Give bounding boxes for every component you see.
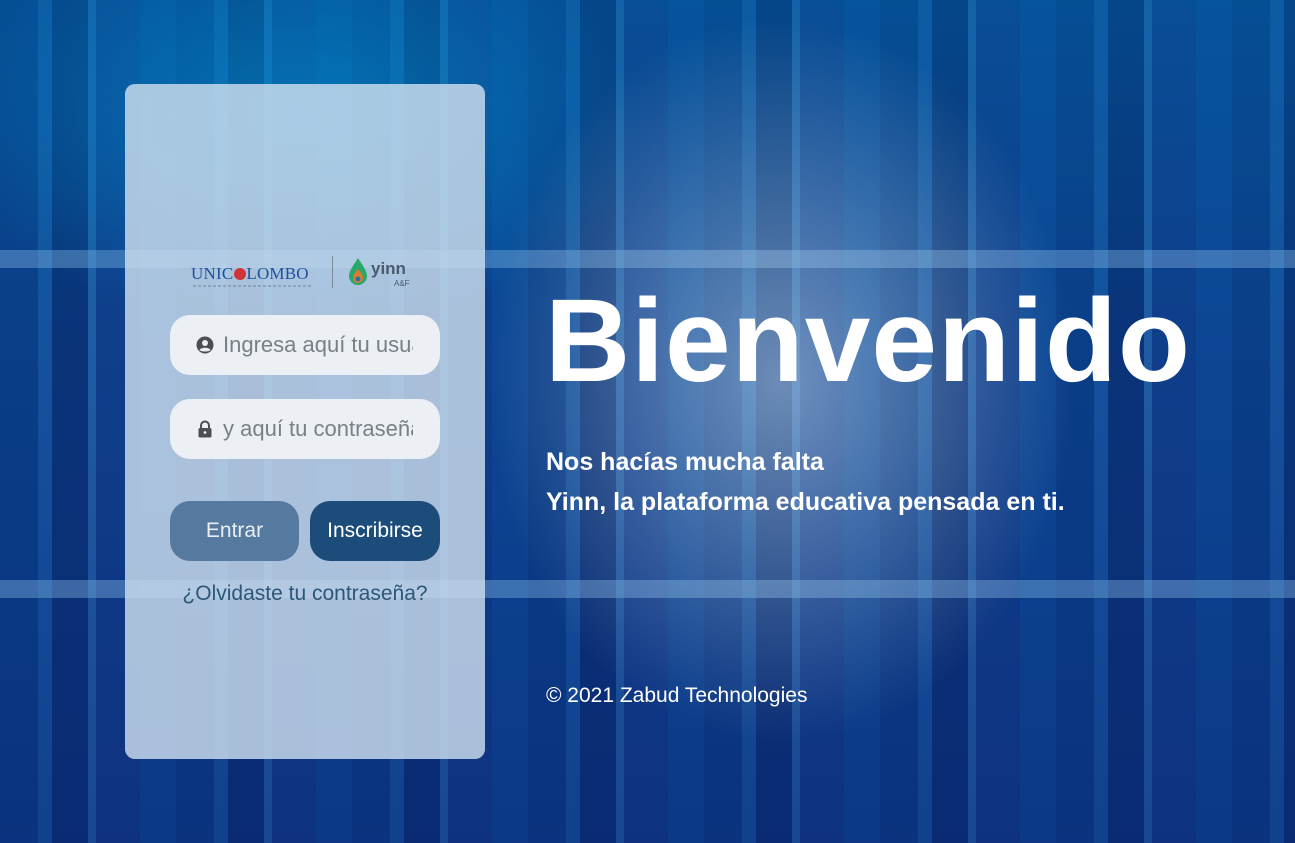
forgot-password-link[interactable]: ¿Olvidaste tu contraseña? [125, 582, 485, 606]
password-input[interactable] [223, 416, 413, 442]
welcome-tagline: Yinn, la plataforma educativa pensada en… [546, 488, 1065, 516]
welcome-subtitle: Nos hacías mucha falta [546, 448, 824, 476]
yinn-drop-icon [349, 258, 367, 285]
welcome-title: Bienvenido [545, 275, 1191, 407]
password-field[interactable] [170, 399, 440, 459]
enter-button[interactable]: Entrar [170, 501, 299, 561]
unicolombo-logo: UNIC LOMBO [191, 264, 309, 284]
yinn-logo-subtext: A&F [394, 279, 410, 288]
login-card: UNIC LOMBO yinn A&F Entrar Inscribirse ¿O… [125, 84, 485, 759]
logo-divider [332, 256, 333, 288]
partner-logos: UNIC LOMBO yinn A&F [191, 254, 421, 294]
username-input[interactable] [223, 332, 413, 358]
unicolombo-tagline [193, 285, 313, 287]
copyright-footer: © 2021 Zabud Technologies [546, 684, 808, 707]
yinn-logo-text: yinn [371, 259, 406, 278]
unicolombo-logo-text-end: LOMBO [246, 264, 309, 283]
username-field[interactable] [170, 315, 440, 375]
signup-button[interactable]: Inscribirse [310, 501, 440, 561]
lock-icon [198, 420, 212, 438]
globe-icon [233, 268, 246, 280]
unicolombo-logo-text-start: UNIC [191, 264, 234, 283]
user-circle-icon [196, 336, 214, 354]
